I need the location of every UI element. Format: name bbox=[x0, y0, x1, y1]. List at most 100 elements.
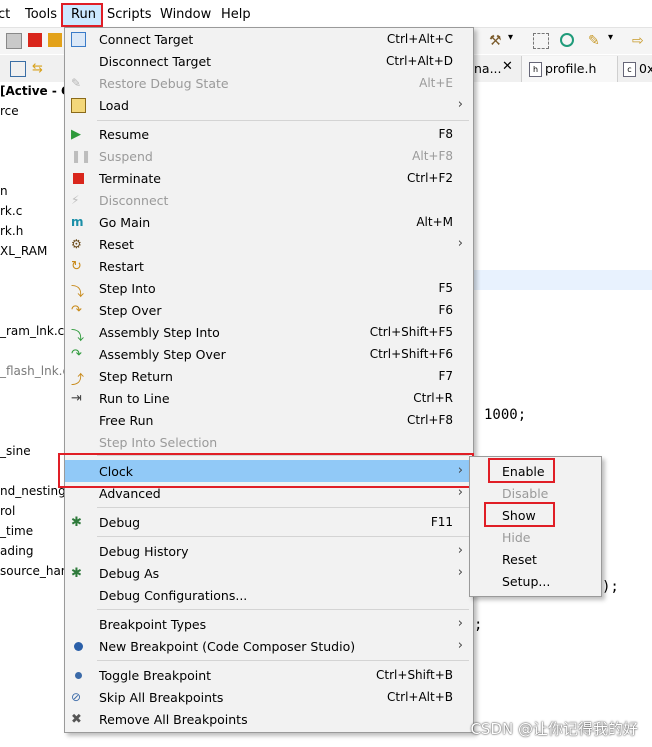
submenu-item-reset[interactable]: Reset bbox=[470, 548, 601, 570]
menu-item-restart[interactable]: ↻ Restart bbox=[65, 255, 473, 277]
menu-item-remove-all-breakpoints[interactable]: ✖ Remove All Breakpoints bbox=[65, 708, 473, 730]
watermark: CSDN @让你记得我的好 bbox=[470, 720, 638, 738]
toolbar-icon-1[interactable] bbox=[6, 33, 22, 49]
menu-item-toggle-breakpoint[interactable]: Toggle Breakpoint Ctrl+Shift+B bbox=[65, 664, 473, 686]
assembly-step-over-icon: ↷ bbox=[71, 347, 82, 362]
menu-item-breakpoint-types[interactable]: Breakpoint Types › bbox=[65, 613, 473, 635]
menu-item-restore-debug-state[interactable]: ✎ Restore Debug State Alt+E bbox=[65, 72, 473, 94]
separator bbox=[97, 660, 469, 661]
step-over-icon: ↷ bbox=[71, 303, 82, 318]
project-tree-item[interactable]: _time bbox=[0, 524, 33, 538]
annotation-show-highlight bbox=[484, 502, 555, 527]
project-tree-item[interactable]: _ram_lnk.cr bbox=[0, 324, 69, 338]
menu-item-skip-all-breakpoints[interactable]: ⊘ Skip All Breakpoints Ctrl+Alt+B bbox=[65, 686, 473, 708]
project-tree-item[interactable]: rk.c bbox=[0, 204, 22, 218]
submenu-item-hide[interactable]: Hide bbox=[470, 526, 601, 548]
menu-item-assembly-step-over[interactable]: ↷ Assembly Step Over Ctrl+Shift+F6 bbox=[65, 343, 473, 365]
step-into-icon: ⤵ bbox=[71, 285, 85, 300]
menu-item-go-main[interactable]: m Go Main Alt+M bbox=[65, 211, 473, 233]
remove-all-breakpoints-icon: ✖ bbox=[71, 712, 82, 727]
separator bbox=[97, 507, 469, 508]
menu-item-assembly-step-into[interactable]: ⤵ Assembly Step Into Ctrl+Shift+F5 bbox=[65, 321, 473, 344]
go-main-icon: m bbox=[71, 215, 84, 229]
menu-item-disconnect-target[interactable]: Disconnect Target Ctrl+Alt+D bbox=[65, 50, 473, 72]
submenu-arrow-icon: › bbox=[457, 97, 463, 112]
menu-item-load[interactable]: Load › bbox=[65, 94, 473, 116]
menu-item-debug[interactable]: ✱ Debug F11 bbox=[65, 511, 473, 533]
disconnect-icon: ⚡ bbox=[71, 193, 80, 207]
menu-item-disconnect[interactable]: ⚡ Disconnect bbox=[65, 189, 473, 211]
code-line: ; bbox=[474, 617, 483, 633]
project-tree-item[interactable]: rce bbox=[0, 104, 19, 118]
code-editor[interactable]: 1000; ); ; bbox=[470, 82, 652, 747]
breakpoint-icon bbox=[71, 639, 86, 654]
code-line: 1000; bbox=[484, 407, 527, 423]
connect-target-icon bbox=[71, 32, 86, 47]
separator bbox=[97, 536, 469, 537]
tab-profile-h[interactable]: h profile.h bbox=[521, 56, 618, 82]
menubar: ct Tools Run Scripts Window Help bbox=[0, 0, 652, 28]
submenu-item-disable[interactable]: Disable bbox=[470, 482, 601, 504]
menu-window[interactable]: Window bbox=[160, 7, 211, 22]
sync-icon[interactable]: ⇆ bbox=[32, 61, 46, 76]
menu-item-debug-configurations[interactable]: Debug Configurations... bbox=[65, 584, 473, 606]
menu-item-run-to-line[interactable]: ⇥ Run to Line Ctrl+R bbox=[65, 387, 473, 409]
c-file-icon: c bbox=[623, 62, 636, 77]
menu-item-free-run[interactable]: Free Run Ctrl+F8 bbox=[65, 409, 473, 431]
hammer-icon[interactable]: ⚒ bbox=[489, 33, 503, 49]
menu-item-step-into[interactable]: ⤵ Step Into F5 bbox=[65, 277, 473, 300]
collapse-icon[interactable] bbox=[10, 61, 26, 77]
project-tree-item[interactable]: source_han bbox=[0, 564, 68, 578]
menu-help[interactable]: Help bbox=[221, 7, 251, 22]
menu-file-partial[interactable]: ct bbox=[0, 7, 10, 22]
restore-icon: ✎ bbox=[71, 76, 82, 90]
skip-breakpoints-icon: ⊘ bbox=[71, 690, 82, 704]
menu-run[interactable]: Run bbox=[71, 7, 96, 22]
project-tree-item[interactable]: XL_RAM bbox=[0, 244, 47, 258]
step-return-icon: ⤴ bbox=[71, 373, 85, 388]
project-tree-item[interactable]: rk.h bbox=[0, 224, 23, 238]
submenu-item-setup[interactable]: Setup... bbox=[470, 570, 601, 592]
project-tree-item[interactable]: _flash_lnk.c bbox=[0, 364, 69, 378]
search-icon[interactable] bbox=[560, 33, 574, 47]
assembly-step-into-icon: ⤵ bbox=[71, 329, 85, 344]
run-menu: Connect Target Ctrl+Alt+C Disconnect Tar… bbox=[64, 27, 474, 733]
terminate-icon bbox=[71, 171, 86, 186]
project-tree-item[interactable]: n bbox=[0, 184, 8, 198]
stop-icon[interactable] bbox=[28, 33, 42, 47]
separator bbox=[97, 120, 469, 121]
project-tree-item[interactable]: _sine bbox=[0, 444, 31, 458]
menu-item-resume[interactable]: ▶ Resume F8 bbox=[65, 123, 473, 145]
menu-item-terminate[interactable]: Terminate Ctrl+F2 bbox=[65, 167, 473, 189]
step-icon[interactable] bbox=[48, 33, 62, 47]
select-icon[interactable] bbox=[533, 33, 549, 49]
submenu-arrow-icon: › bbox=[457, 638, 463, 653]
tab-partial-2[interactable]: c 0x bbox=[620, 56, 652, 82]
menu-item-reset[interactable]: ⚙ Reset › bbox=[65, 233, 473, 255]
submenu-arrow-icon: › bbox=[457, 543, 463, 558]
next-icon[interactable]: ⇨ bbox=[632, 33, 646, 49]
load-icon bbox=[71, 98, 86, 113]
menu-item-step-into-selection[interactable]: Step Into Selection bbox=[65, 431, 473, 453]
project-explorer: [Active - C rce n rk.c rk.h XL_RAM _ram_… bbox=[0, 82, 72, 747]
chevron-down-icon[interactable]: ▾ bbox=[508, 32, 522, 46]
project-tree-item[interactable]: rol bbox=[0, 504, 15, 518]
project-tree-item[interactable]: [Active - C bbox=[0, 84, 70, 98]
menu-tools[interactable]: Tools bbox=[25, 7, 57, 22]
current-line-highlight bbox=[470, 270, 652, 290]
menu-item-debug-as[interactable]: ✱ Debug As › bbox=[65, 562, 473, 584]
menu-item-new-breakpoint[interactable]: New Breakpoint (Code Composer Studio) › bbox=[65, 635, 473, 657]
chevron-down-icon-2[interactable]: ▾ bbox=[608, 32, 622, 46]
close-icon[interactable]: ✕ bbox=[502, 59, 513, 84]
menu-item-step-over[interactable]: ↷ Step Over F6 bbox=[65, 299, 473, 321]
menu-scripts[interactable]: Scripts bbox=[107, 7, 151, 22]
code-line: ); bbox=[602, 579, 619, 595]
menu-item-suspend[interactable]: ❚❚ Suspend Alt+F8 bbox=[65, 145, 473, 167]
annotation-enable-highlight bbox=[488, 458, 555, 483]
menu-item-step-return[interactable]: ⤴ Step Return F7 bbox=[65, 365, 473, 388]
project-tree-item[interactable]: ading bbox=[0, 544, 34, 558]
menu-item-debug-history[interactable]: Debug History › bbox=[65, 540, 473, 562]
submenu-arrow-icon: › bbox=[457, 565, 463, 580]
menu-item-connect-target[interactable]: Connect Target Ctrl+Alt+C bbox=[65, 28, 473, 50]
brush-icon[interactable]: ✎ bbox=[588, 33, 602, 49]
